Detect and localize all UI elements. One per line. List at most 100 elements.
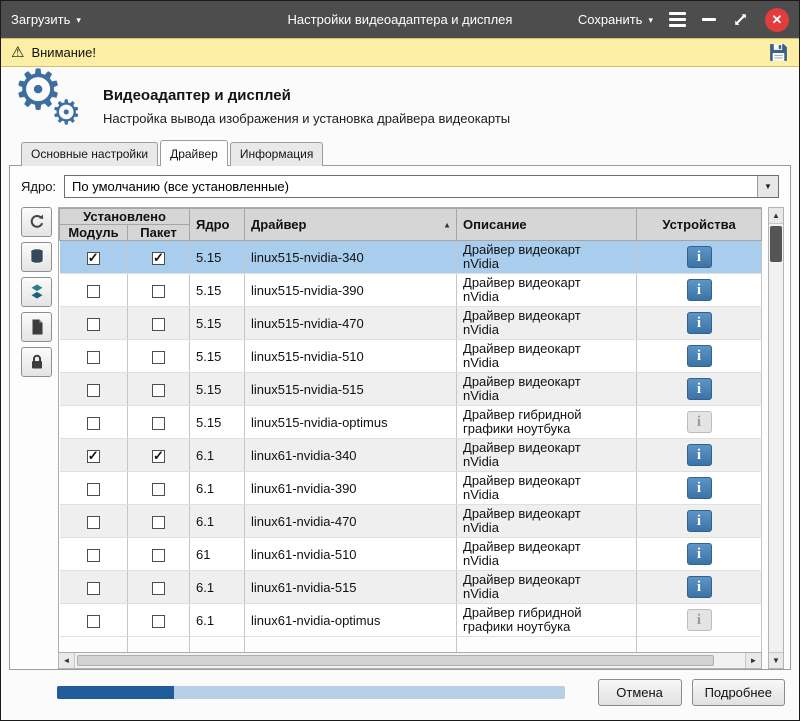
module-checkbox[interactable]: [87, 549, 100, 562]
package-checkbox[interactable]: [152, 450, 165, 463]
description-text: Драйвер гибридной графики ноутбука: [457, 406, 615, 438]
module-checkbox[interactable]: [87, 384, 100, 397]
package-checkbox[interactable]: [152, 516, 165, 529]
column-header-module[interactable]: Модуль: [60, 225, 128, 241]
column-header-kernel[interactable]: Ядро: [190, 209, 245, 241]
package-checkbox[interactable]: [152, 417, 165, 430]
description-cell: Драйвер видеокарт nVidia: [457, 274, 637, 307]
module-cell: [60, 406, 128, 439]
module-checkbox[interactable]: [87, 483, 100, 496]
module-checkbox[interactable]: [87, 351, 100, 364]
description-cell: Драйвер гибридной графики ноутбука: [457, 604, 637, 637]
close-button[interactable]: ✕: [765, 8, 789, 32]
info-icon: i: [697, 283, 701, 298]
info-icon: i: [697, 580, 701, 595]
table-row[interactable]: 5.15 linux515-nvidia-optimus Драйвер гиб…: [60, 406, 762, 439]
info-button[interactable]: i: [687, 444, 712, 466]
info-button[interactable]: i: [687, 246, 712, 268]
module-cell: [60, 472, 128, 505]
table-row[interactable]: 5.15 linux515-nvidia-340 Драйвер видеока…: [60, 241, 762, 274]
package-checkbox[interactable]: [152, 318, 165, 331]
kernel-select[interactable]: По умолчанию (все установленные) ▼: [64, 175, 779, 198]
table-row[interactable]: 6.1 linux61-nvidia-340 Драйвер видеокарт…: [60, 439, 762, 472]
column-header-package[interactable]: Пакет: [128, 225, 190, 241]
scroll-down-arrow[interactable]: ▼: [769, 652, 783, 668]
minimize-button[interactable]: [702, 18, 716, 21]
module-checkbox[interactable]: [87, 417, 100, 430]
save-button[interactable]: Сохранить ▾: [578, 12, 653, 27]
module-checkbox[interactable]: [87, 450, 100, 463]
module-checkbox[interactable]: [87, 285, 100, 298]
description-cell: Драйвер видеокарт nVidia: [457, 340, 637, 373]
module-checkbox[interactable]: [87, 582, 100, 595]
column-header-installed[interactable]: Установлено: [60, 209, 190, 225]
tab-main-settings[interactable]: Основные настройки: [21, 142, 158, 166]
maximize-button[interactable]: [732, 11, 749, 28]
scroll-right-arrow[interactable]: ►: [745, 653, 761, 668]
info-button[interactable]: i: [687, 543, 712, 565]
table-row[interactable]: 61 linux61-nvidia-510 Драйвер видеокарт …: [60, 538, 762, 571]
page-title: Видеоадаптер и дисплей: [103, 87, 510, 104]
load-button[interactable]: Загрузить ▾: [11, 12, 81, 27]
dropdown-caret-icon: ▾: [76, 15, 81, 26]
package-checkbox[interactable]: [152, 549, 165, 562]
info-button[interactable]: i: [687, 345, 712, 367]
packages-icon: [28, 283, 46, 301]
column-header-description[interactable]: Описание: [457, 209, 637, 241]
module-checkbox[interactable]: [87, 252, 100, 265]
driver-tab-panel: Ядро: По умолчанию (все установленные) ▼: [9, 165, 791, 670]
table-row[interactable]: 5.15 linux515-nvidia-510 Драйвер видеока…: [60, 340, 762, 373]
column-header-driver[interactable]: Драйвер ▲: [245, 209, 457, 241]
package-checkbox[interactable]: [152, 252, 165, 265]
tab-information[interactable]: Информация: [230, 142, 323, 166]
scroll-up-arrow[interactable]: ▲: [769, 208, 783, 224]
table-row[interactable]: 5.15 linux515-nvidia-515 Драйвер видеока…: [60, 373, 762, 406]
table-row[interactable]: 6.1 linux61-nvidia-390 Драйвер видеокарт…: [60, 472, 762, 505]
packages-button[interactable]: [21, 277, 52, 307]
info-icon: i: [697, 514, 701, 529]
details-button[interactable]: Подробнее: [692, 679, 785, 706]
package-checkbox[interactable]: [152, 615, 165, 628]
menu-button[interactable]: [669, 12, 686, 27]
info-button[interactable]: i: [687, 312, 712, 334]
description-cell: Драйвер видеокарт nVidia: [457, 373, 637, 406]
lock-button[interactable]: [21, 347, 52, 377]
tab-driver[interactable]: Драйвер: [160, 140, 228, 166]
package-checkbox[interactable]: [152, 582, 165, 595]
description-text: Драйвер видеокарт nVidia: [457, 340, 615, 372]
table-row[interactable]: 6.1 linux61-nvidia-515 Драйвер видеокарт…: [60, 571, 762, 604]
info-button[interactable]: i: [687, 510, 712, 532]
package-cell: [128, 274, 190, 307]
info-button[interactable]: i: [687, 609, 712, 631]
dropdown-caret-icon: ▾: [648, 15, 653, 26]
package-checkbox[interactable]: [152, 384, 165, 397]
column-header-devices[interactable]: Устройства: [637, 209, 762, 241]
info-button[interactable]: i: [687, 576, 712, 598]
module-checkbox[interactable]: [87, 318, 100, 331]
horizontal-scroll-thumb[interactable]: [77, 655, 714, 666]
database-icon: [28, 248, 46, 266]
devices-cell: i: [637, 406, 762, 439]
save-changes-button[interactable]: [768, 42, 789, 63]
table-row[interactable]: 5.15 linux515-nvidia-390 Драйвер видеока…: [60, 274, 762, 307]
vertical-scroll-thumb[interactable]: [770, 226, 782, 262]
module-checkbox[interactable]: [87, 615, 100, 628]
info-button[interactable]: i: [687, 378, 712, 400]
database-button[interactable]: [21, 242, 52, 272]
table-row[interactable]: 6.1 linux61-nvidia-470 Драйвер видеокарт…: [60, 505, 762, 538]
combo-arrow-icon[interactable]: ▼: [757, 176, 778, 197]
table-row[interactable]: 6.1 linux61-nvidia-optimus Драйвер гибри…: [60, 604, 762, 637]
module-checkbox[interactable]: [87, 516, 100, 529]
package-checkbox[interactable]: [152, 285, 165, 298]
package-checkbox[interactable]: [152, 483, 165, 496]
info-button[interactable]: i: [687, 279, 712, 301]
cancel-button[interactable]: Отмена: [598, 679, 682, 706]
document-button[interactable]: [21, 312, 52, 342]
table-row[interactable]: 5.15 linux515-nvidia-470 Драйвер видеока…: [60, 307, 762, 340]
scroll-left-arrow[interactable]: ◄: [59, 653, 75, 668]
info-button[interactable]: i: [687, 411, 712, 433]
refresh-button[interactable]: [21, 207, 52, 237]
package-checkbox[interactable]: [152, 351, 165, 364]
info-button[interactable]: i: [687, 477, 712, 499]
description-text: Драйвер видеокарт nVidia: [457, 505, 615, 537]
